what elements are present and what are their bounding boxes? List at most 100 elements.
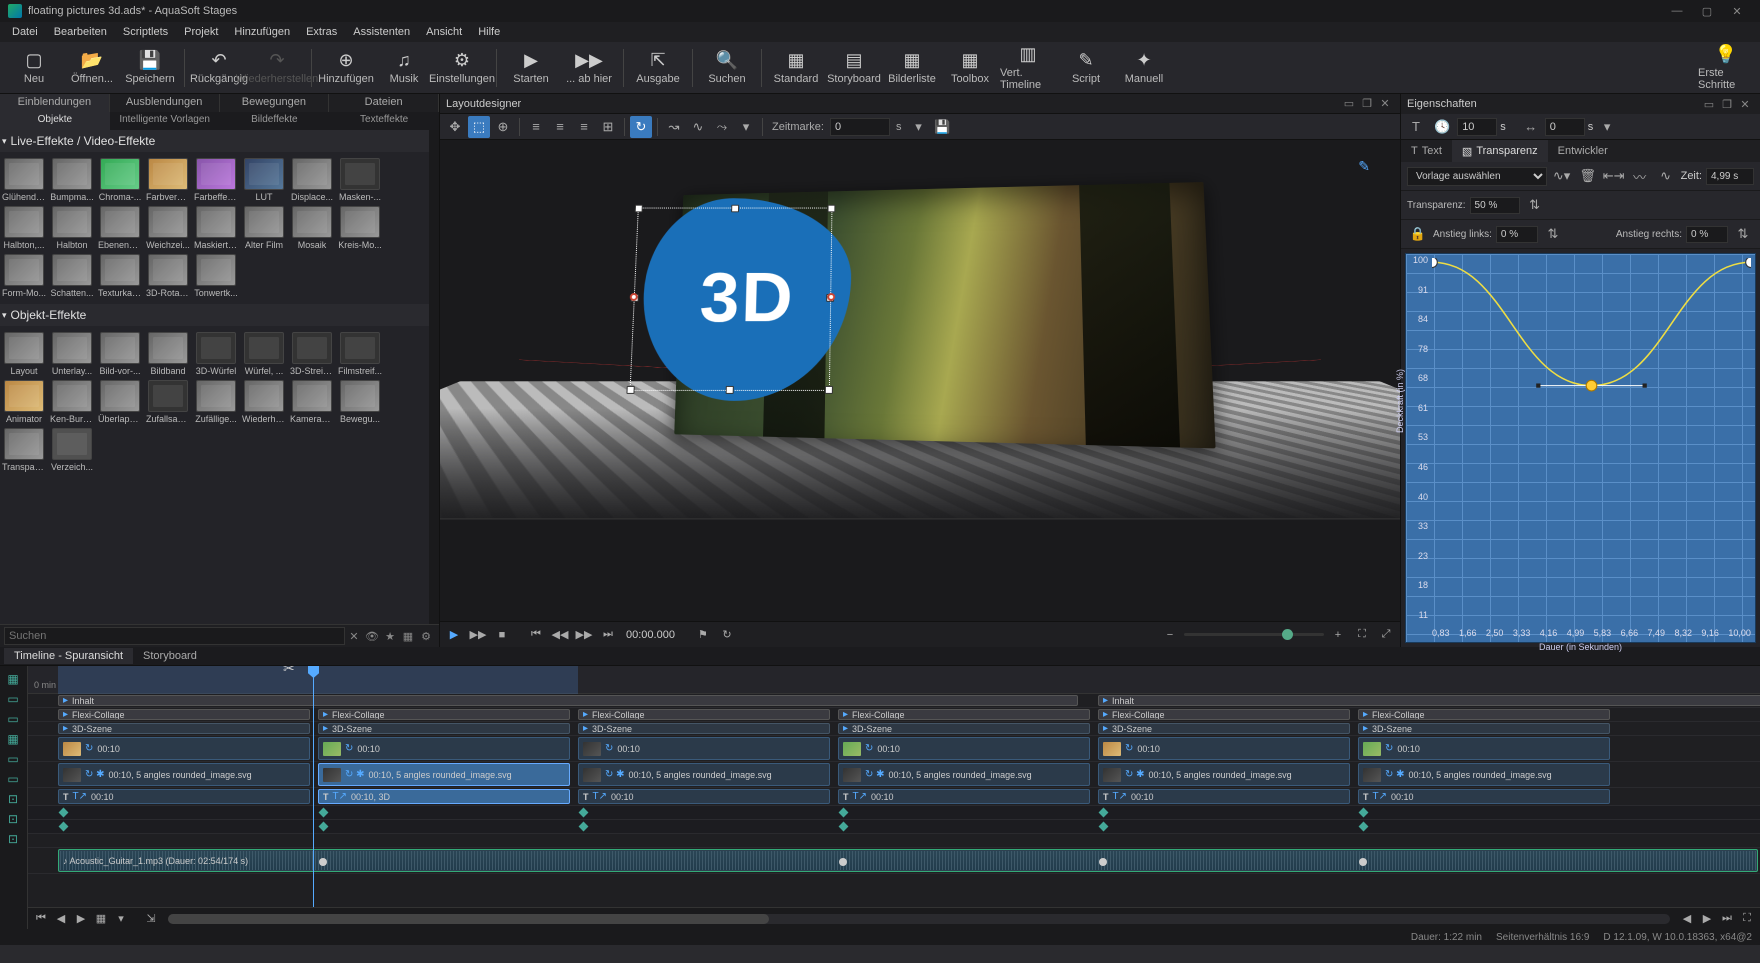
wave-icon[interactable]: ∿ — [1655, 165, 1677, 187]
zoom-fit-icon[interactable]: ⛶ — [1738, 910, 1756, 928]
track-icon[interactable]: ▭ — [2, 750, 24, 768]
effect-item[interactable]: Kameraw... — [290, 380, 334, 424]
effect-item[interactable]: Schatten... — [50, 254, 94, 298]
ribbon-oeffnen[interactable]: 📂Öffnen... — [64, 44, 120, 92]
skip-start-icon[interactable]: ⏮ — [32, 910, 50, 928]
effect-item[interactable]: Kreis-Mo... — [338, 206, 382, 250]
ribbon-ausgabe[interactable]: ⇱Ausgabe — [630, 44, 686, 92]
edit-pen-icon[interactable]: ✎ — [1358, 158, 1370, 175]
fullscreen-icon[interactable]: ⤢ — [1376, 625, 1396, 645]
width-icon[interactable]: ↔ — [1520, 116, 1542, 138]
align-right-icon[interactable]: ≡ — [573, 116, 595, 138]
section-header-object-effects[interactable]: ▾ Objekt-Effekte — [0, 304, 429, 326]
eye-icon[interactable]: 👁 — [363, 630, 381, 643]
effect-item[interactable]: Halbton,... — [2, 206, 46, 250]
keyframe[interactable] — [1359, 808, 1369, 818]
effect-item[interactable]: Halbton — [50, 206, 94, 250]
ribbon-einst[interactable]: ⚙Einstellungen — [434, 44, 490, 92]
zoom-in-icon[interactable]: + — [1328, 625, 1348, 645]
align-left-icon[interactable]: ≡ — [525, 116, 547, 138]
keyframe[interactable] — [579, 822, 589, 832]
effect-item[interactable]: Zufällige... — [194, 380, 238, 424]
keyframe[interactable] — [1099, 808, 1109, 818]
effect-item[interactable]: 3D-Streifen — [290, 332, 334, 376]
gear-icon[interactable]: ⚙ — [417, 630, 435, 643]
timeline-clip[interactable]: ▸ Flexi-Collage — [318, 709, 570, 720]
prev-icon[interactable]: ◀ — [52, 910, 70, 928]
dock-icon[interactable]: ▭ — [1700, 98, 1718, 111]
chart-curve[interactable] — [1432, 258, 1751, 503]
snap-icon[interactable]: ⇤⇥ — [1603, 165, 1625, 187]
transparency-input[interactable] — [1470, 197, 1520, 214]
effect-item[interactable]: Glühende... — [2, 158, 46, 202]
menu-scriptlets[interactable]: Scriptlets — [115, 24, 176, 40]
effect-item[interactable]: Maskierte... — [194, 206, 238, 250]
keyframe[interactable] — [319, 822, 329, 832]
effect-item[interactable]: Ebenenef... — [98, 206, 142, 250]
align-center-icon[interactable]: ≡ — [549, 116, 571, 138]
text-tool-icon[interactable]: T — [1405, 116, 1427, 138]
close-panel-icon[interactable]: ✕ — [1376, 97, 1394, 110]
next-frame-button[interactable]: ▶▶ — [574, 625, 594, 645]
resize-handle[interactable] — [731, 204, 739, 212]
play-icon[interactable]: ▶ — [1698, 910, 1716, 928]
timeline-clip[interactable]: ↻ 00:10 — [1358, 737, 1610, 760]
tab-einblendungen[interactable]: Einblendungen — [0, 94, 110, 112]
prop-tab-text[interactable]: TText — [1401, 140, 1452, 162]
move-tool[interactable]: ✥ — [444, 116, 466, 138]
ribbon-storyboard[interactable]: ▤Storyboard — [826, 44, 882, 92]
play-button[interactable]: ▶ — [444, 625, 464, 645]
effect-item[interactable]: 3D-Würfel — [194, 332, 238, 376]
keyframe[interactable] — [839, 808, 849, 818]
effect-item[interactable]: Alter Film — [242, 206, 286, 250]
subtab-0[interactable]: Objekte — [0, 112, 110, 130]
timeline-scrollbar[interactable] — [168, 914, 1670, 924]
timeline-body[interactable]: ✂ 0 min ▸ Inhalt▸ Inhalt▸ Flexi-Collage▸… — [28, 666, 1760, 907]
resize-handle[interactable] — [626, 385, 634, 393]
audio-keyframe[interactable] — [839, 858, 847, 866]
track-icon[interactable]: ▭ — [2, 770, 24, 788]
timeline-clip[interactable]: ▸ 3D-Szene — [58, 723, 310, 734]
timeline-clip[interactable]: ▸ 3D-Szene — [318, 723, 570, 734]
template-select[interactable]: Vorlage auswählen — [1407, 167, 1547, 186]
menu-datei[interactable]: Datei — [4, 24, 46, 40]
offset-input[interactable] — [1545, 118, 1585, 136]
track-icon[interactable]: ⊡ — [2, 810, 24, 828]
effect-item[interactable]: Transpare... — [2, 428, 46, 472]
timeline-clip[interactable]: ↻ 00:10 — [838, 737, 1090, 760]
effect-item[interactable]: Texturkac... — [98, 254, 142, 298]
next-page-icon[interactable]: ⏭ — [1718, 910, 1736, 928]
effect-item[interactable]: Farbeffekte — [194, 158, 238, 202]
prev-page-icon[interactable]: ◀ — [1678, 910, 1696, 928]
effect-item[interactable]: Wiederho... — [242, 380, 286, 424]
ribbon-verttl[interactable]: ▥Vert. Timeline — [1000, 44, 1056, 92]
star-icon[interactable]: ★ — [381, 630, 399, 643]
marker-button[interactable]: ⚑ — [693, 625, 713, 645]
menu-bearbeiten[interactable]: Bearbeiten — [46, 24, 115, 40]
resize-handle[interactable] — [825, 385, 833, 393]
close-panel-icon[interactable]: ✕ — [1736, 98, 1754, 111]
ribbon-abhier[interactable]: ▶▶... ab hier — [561, 44, 617, 92]
track-icon[interactable]: ▦ — [2, 670, 24, 688]
timeline-tab-1[interactable]: Storyboard — [133, 648, 207, 664]
effect-item[interactable]: Bild-vor-... — [98, 332, 142, 376]
zoom-out-icon[interactable]: − — [1160, 625, 1180, 645]
resize-handle[interactable] — [635, 204, 643, 212]
stepper-icon[interactable]: ⇅ — [1524, 194, 1546, 216]
delete-icon[interactable]: 🗑 — [1577, 165, 1599, 187]
audio-keyframe[interactable] — [1099, 858, 1107, 866]
loop-button[interactable]: ↻ — [717, 625, 737, 645]
effect-item[interactable]: Unterlay... — [50, 332, 94, 376]
keyframe[interactable] — [1099, 822, 1109, 832]
prop-tab-transparenz[interactable]: ▧Transparenz — [1452, 140, 1548, 162]
curve-icon[interactable]: 〰 — [1629, 165, 1651, 187]
bezier-tool[interactable]: ⤳ — [711, 116, 733, 138]
effect-item[interactable]: Würfel, ... — [242, 332, 286, 376]
subtab-3[interactable]: Texteffekte — [329, 112, 439, 130]
timeline-clip[interactable]: ▸ Flexi-Collage — [1098, 709, 1350, 720]
effect-item[interactable]: Layout — [2, 332, 46, 376]
effect-item[interactable]: 3D-Rotati... — [146, 254, 190, 298]
scissors-icon[interactable]: ✂ — [283, 665, 295, 677]
selection-box[interactable] — [630, 207, 833, 390]
timeline-clip[interactable]: ↻ ✱ 00:10, 5 angles rounded_image.svg — [1358, 763, 1610, 786]
